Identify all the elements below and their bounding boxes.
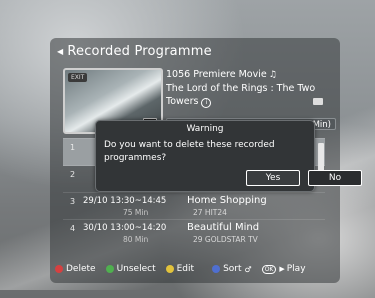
sort-label: Sort (223, 264, 242, 274)
list-item-time: 13:00~14:20 (110, 223, 167, 233)
warning-dialog: Warning Do you want to delete these reco… (95, 120, 362, 192)
list-item-number: 3 (70, 197, 76, 206)
list-item-programme: Beautiful Mind (187, 222, 260, 233)
info-icon: i (201, 98, 212, 108)
programme-title-line2: Towers i (166, 95, 336, 108)
edit-label: Edit (176, 264, 195, 274)
delete-label: Delete (66, 264, 96, 274)
lock-icon (313, 98, 323, 105)
exit-icon[interactable]: EXIT (68, 73, 88, 82)
dialog-message: Do you want to delete these recorded pro… (104, 140, 275, 163)
edit-key[interactable]: Edit (165, 264, 195, 274)
yes-button[interactable]: Yes (246, 170, 300, 186)
list-item-channel: 27 HIT24 (193, 208, 227, 217)
list-item-number: 1 (70, 143, 76, 152)
programme-title-line1: The Lord of the Rings : The Two (166, 83, 316, 94)
list-item[interactable]: 4 30/10 13:00~14:20 80 Min Beautiful Min… (63, 219, 325, 247)
green-button-icon (105, 265, 114, 273)
play-key[interactable]: OK ▶ Play (261, 264, 306, 274)
programme-info: 1056 Premiere Movie ♫ The Lord of the Rin… (166, 68, 336, 108)
list-item-programme: Home Shopping (187, 195, 267, 206)
play-icon: ▶ (279, 265, 285, 273)
screen-title: ◀ Recorded Programme (57, 42, 212, 60)
ok-button-icon: OK (261, 264, 277, 274)
delete-key[interactable]: Delete (55, 264, 96, 274)
channel-line: 1056 Premiere Movie ♫ (166, 68, 336, 82)
no-button[interactable]: No (308, 170, 362, 186)
screen-title-text: Recorded Programme (67, 43, 212, 59)
unselect-label: Unselect (116, 264, 156, 274)
list-item[interactable]: 3 29/10 13:30~14:45 75 Min Home Shopping… (63, 192, 325, 220)
list-item-number: 2 (70, 170, 76, 179)
list-item-duration: 75 Min (123, 208, 149, 217)
list-item-date: 29/10 (83, 196, 108, 206)
list-item-number: 4 (70, 224, 76, 233)
red-button-icon (55, 265, 63, 273)
list-item-duration: 80 Min (123, 235, 149, 244)
yellow-button-icon (165, 265, 174, 273)
blue-button-icon (212, 265, 221, 273)
programme-title-line2-text: Towers (166, 96, 199, 107)
list-item-datetime: 29/10 13:30~14:45 (83, 196, 166, 206)
dialog-title: Warning (186, 124, 224, 134)
footer-bar: Delete Unselect Edit Sort ♂ OK ▶ Play (55, 262, 345, 276)
list-item-channel: 29 GOLDSTAR TV (193, 235, 258, 244)
play-label: Play (286, 264, 306, 274)
sort-icon: ♂ (244, 264, 252, 274)
list-item-time: 13:30~14:45 (110, 196, 167, 206)
sort-key[interactable]: Sort ♂ (212, 264, 252, 274)
list-item-date: 30/10 (83, 223, 108, 233)
unselect-key[interactable]: Unselect (105, 264, 156, 274)
music-note-icon: ♫ (268, 70, 277, 80)
list-item-datetime: 30/10 13:00~14:20 (83, 223, 166, 233)
back-arrow-icon[interactable]: ◀ (57, 47, 63, 56)
channel-name: 1056 Premiere Movie (166, 69, 267, 80)
